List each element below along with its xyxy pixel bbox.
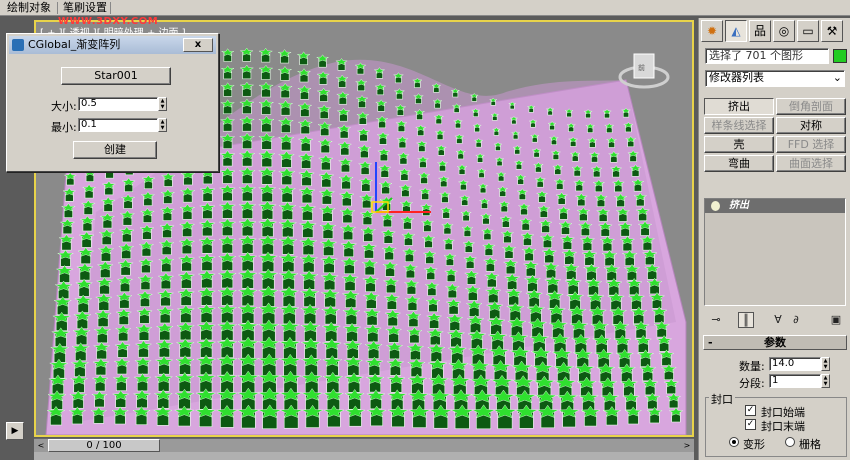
size-spinner[interactable]: ▲ ▼ [158, 97, 167, 111]
display-tab-icon[interactable]: ▭ [797, 20, 819, 42]
modifier-list-label: 修改器列表 [709, 71, 764, 84]
menu-separator [57, 2, 58, 14]
modifier-list-dropdown[interactable]: 修改器列表 ⌄ [705, 70, 845, 87]
star-extrusion [258, 64, 274, 80]
modifier-button[interactable]: 倒角剖面 [776, 98, 846, 115]
modifier-stack[interactable]: 挤出 [704, 198, 846, 306]
gradient-array-dialog: CGlobal_渐变阵列 x Star001 大小: 0.5 ▲ ▼ 最小: 0.… [6, 33, 219, 172]
morph-radio[interactable] [729, 437, 739, 447]
next-frame-icon[interactable]: > [682, 440, 692, 451]
create-tab-icon[interactable]: ✹ [701, 20, 723, 42]
watermark: WWW.3DXY.COM [58, 16, 159, 27]
cap-end-label: 封口末端 [761, 420, 805, 433]
star-extrusion [239, 64, 255, 80]
stack-toolbar: ⊸ ║ ∀ ∂ ▣ [704, 310, 846, 330]
configure-sets-icon[interactable]: ▣ [828, 312, 844, 328]
amount-label: 数量: [739, 360, 765, 373]
amount-input[interactable]: 14.0 [769, 357, 821, 371]
show-end-result-icon[interactable]: ║ [738, 312, 754, 328]
chevron-down-icon[interactable]: ⌄ [833, 71, 842, 85]
grid-label: 栅格 [799, 438, 821, 451]
modifier-button[interactable]: 对称 [776, 117, 846, 134]
menu-bar: 绘制对象 笔刷设置 [0, 0, 850, 16]
pick-object-button[interactable]: Star001 [61, 67, 171, 85]
stack-item-extrude[interactable]: 挤出 [705, 199, 845, 213]
light-bulb-icon[interactable] [711, 201, 720, 211]
dialog-title: CGlobal_渐变阵列 [28, 38, 121, 51]
star-extrusion [277, 49, 292, 64]
frame-slider-thumb[interactable]: 0 / 100 [48, 439, 160, 452]
object-color-swatch[interactable] [833, 49, 847, 63]
capping-group-title: 封口 [709, 391, 735, 407]
rollout-title: 参数 [764, 336, 786, 349]
star-extrusion [258, 47, 274, 63]
modifier-button[interactable]: 样条线选择 [704, 117, 774, 134]
track-bar[interactable] [34, 452, 694, 460]
morph-label: 变形 [743, 438, 765, 451]
star-extrusion [239, 47, 254, 62]
menu-item-brush-settings[interactable]: 笔刷设置 [60, 1, 110, 15]
star-extrusion [220, 99, 236, 115]
modify-tab-icon[interactable]: ◭ [725, 20, 747, 42]
grid-radio[interactable] [785, 437, 795, 447]
modifier-button[interactable]: 挤出 [704, 98, 774, 115]
segments-spinner[interactable]: ▲ ▼ [821, 374, 830, 388]
cap-start-checkbox[interactable]: ✓ [745, 405, 756, 416]
amount-spinner[interactable]: ▲ ▼ [821, 357, 830, 371]
time-slider[interactable]: < 0 / 100 > [34, 438, 694, 452]
size-input[interactable]: 0.5 [78, 97, 158, 111]
menu-separator [110, 2, 111, 14]
create-button[interactable]: 创建 [73, 141, 157, 159]
remove-modifier-icon[interactable]: ∂ [788, 312, 804, 328]
modifier-button[interactable]: 壳 [704, 136, 774, 153]
size-label: 大小: [51, 100, 77, 113]
min-spinner[interactable]: ▲ ▼ [158, 118, 167, 132]
star-extrusion [239, 81, 255, 97]
modifier-button[interactable]: 弯曲 [704, 155, 774, 172]
dialog-close-button[interactable]: x [183, 38, 213, 52]
selection-name-field[interactable]: 选择了 701 个图形 [705, 48, 829, 64]
menu-item-draw-objects[interactable]: 绘制对象 [4, 1, 54, 15]
prev-frame-icon[interactable]: < [36, 440, 46, 451]
app-icon [12, 39, 24, 51]
motion-tab-icon[interactable]: ◎ [773, 20, 795, 42]
parameters-rollout-header[interactable]: - 参数 [703, 335, 847, 350]
dialog-titlebar[interactable]: CGlobal_渐变阵列 x [9, 36, 216, 54]
cap-end-checkbox[interactable]: ✓ [745, 419, 756, 430]
command-panel-tabs: ✹ ◭ 品 ◎ ▭ ⚒ [701, 20, 849, 42]
star-extrusion [220, 65, 235, 80]
segments-label: 分段: [739, 377, 765, 390]
star-extrusion [220, 82, 235, 97]
modifier-button[interactable]: 曲面选择 [776, 155, 846, 172]
modifier-button[interactable]: FFD 选择 [776, 136, 846, 153]
utilities-tab-icon[interactable]: ⚒ [821, 20, 843, 42]
hierarchy-tab-icon[interactable]: 品 [749, 20, 771, 42]
command-panel: ✹ ◭ 品 ◎ ▭ ⚒ 选择了 701 个图形 修改器列表 ⌄ 挤出 倒角剖面 样条… [698, 18, 850, 460]
min-input[interactable]: 0.1 [78, 118, 158, 132]
stack-item-label: 挤出 [729, 200, 749, 211]
viewcube-face: 前 [638, 63, 645, 72]
min-label: 最小: [51, 121, 77, 134]
pin-stack-icon[interactable]: ⊸ [708, 312, 724, 328]
star-extrusion [296, 51, 311, 66]
make-unique-icon[interactable]: ∀ [770, 312, 786, 328]
star-extrusion [220, 48, 235, 62]
collapse-icon[interactable]: - [708, 336, 713, 349]
play-animation-button[interactable]: ▶ [6, 422, 24, 440]
segments-input[interactable]: 1 [769, 374, 821, 388]
